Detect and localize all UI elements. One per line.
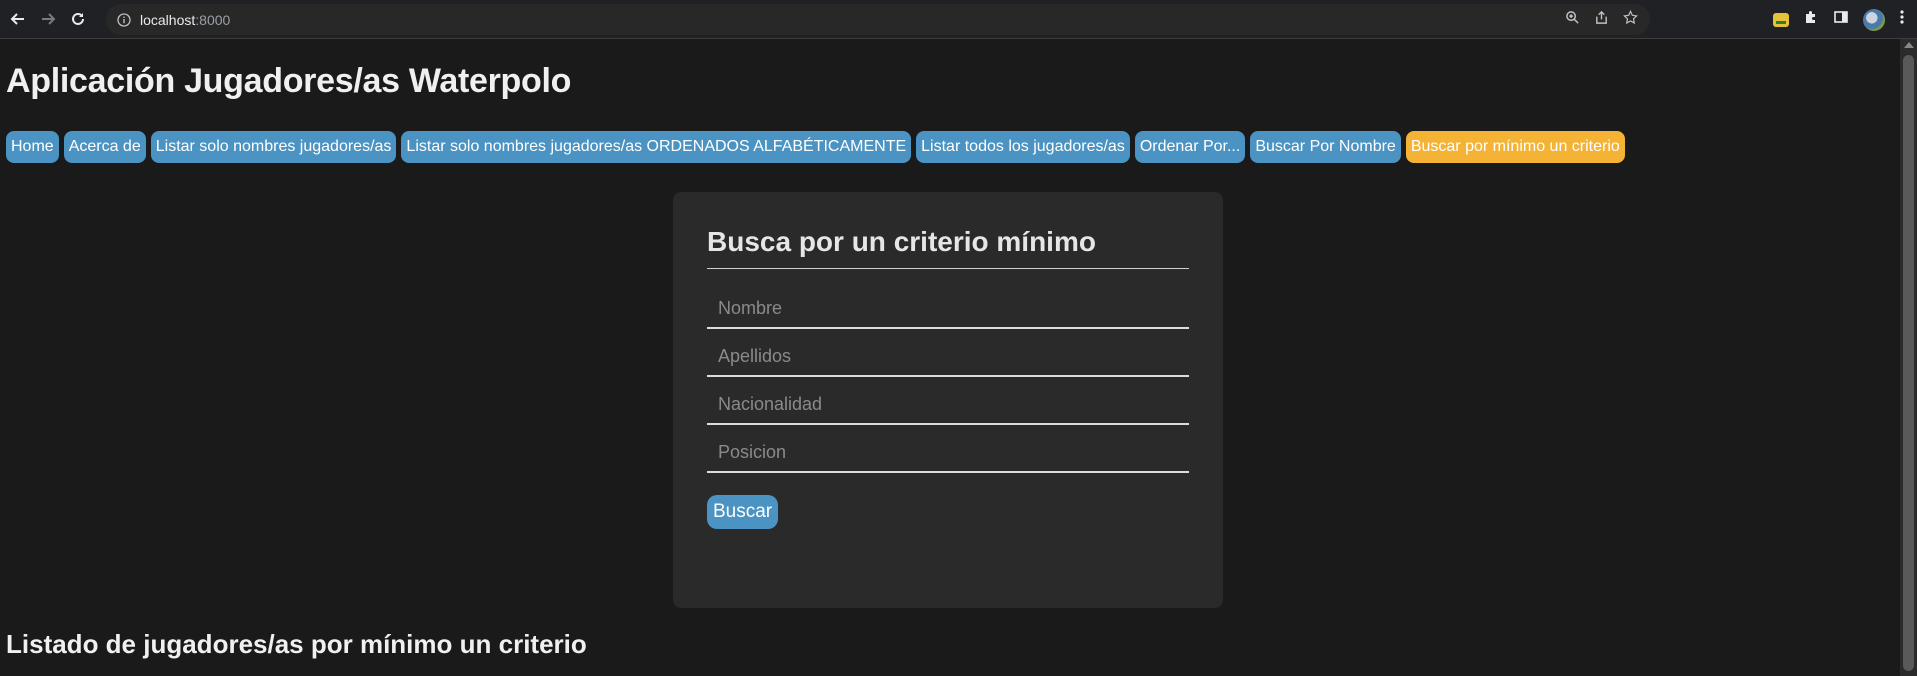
scrollbar-thumb[interactable]: [1903, 55, 1914, 671]
profile-avatar[interactable]: [1863, 8, 1885, 31]
search-button[interactable]: Buscar: [707, 495, 779, 529]
site-info-icon[interactable]: [116, 12, 132, 28]
url-text[interactable]: localhost:8000: [140, 12, 230, 28]
side-panel-icon[interactable]: [1833, 9, 1849, 30]
menu-search-by-name[interactable]: Buscar Por Nombre: [1250, 131, 1401, 163]
url-host: localhost: [140, 11, 196, 28]
nombre-input[interactable]: [707, 281, 1189, 329]
bookmark-star-icon[interactable]: [1623, 9, 1638, 30]
search-form-card: Busca por un criterio mínimo Buscar: [673, 192, 1223, 608]
form-title: Busca por un criterio mínimo: [707, 226, 1189, 269]
more-menu-icon[interactable]: [1899, 9, 1905, 30]
main-menu: Home Acerca de Listar solo nombres jugad…: [6, 131, 1625, 163]
menu-list-names-sorted[interactable]: Listar solo nombres jugadores/as ORDENAD…: [401, 131, 912, 163]
share-icon[interactable]: [1594, 10, 1609, 30]
reload-icon[interactable]: [66, 7, 90, 31]
menu-about[interactable]: Acerca de: [63, 131, 146, 163]
menu-sort-by[interactable]: Ordenar Por...: [1134, 131, 1246, 163]
menu-search-min-criteria[interactable]: Buscar por mínimo un criterio: [1405, 131, 1625, 163]
menu-list-names[interactable]: Listar solo nombres jugadores/as: [150, 131, 397, 163]
address-bar[interactable]: localhost:8000: [106, 4, 1650, 35]
apellidos-input[interactable]: [707, 329, 1189, 377]
browser-toolbar: localhost:8000: [0, 0, 1917, 39]
puzzle-extensions-icon[interactable]: [1803, 9, 1819, 30]
zoom-icon[interactable]: [1565, 10, 1580, 30]
results-title: Listado de jugadores/as por mínimo un cr…: [6, 629, 587, 659]
app-title: Aplicación Jugadores/as Waterpolo: [6, 62, 572, 100]
extension-icon[interactable]: [1773, 12, 1789, 27]
menu-list-all[interactable]: Listar todos los jugadores/as: [916, 131, 1130, 163]
forward-arrow-icon[interactable]: [36, 7, 60, 31]
back-arrow-icon[interactable]: [6, 7, 30, 31]
menu-home[interactable]: Home: [6, 131, 59, 163]
scroll-up-arrow-icon[interactable]: [1904, 42, 1914, 48]
url-port: :8000: [195, 11, 231, 28]
nacionalidad-input[interactable]: [707, 377, 1189, 425]
page-scrollbar[interactable]: [1900, 39, 1917, 676]
posicion-input[interactable]: [707, 425, 1189, 473]
